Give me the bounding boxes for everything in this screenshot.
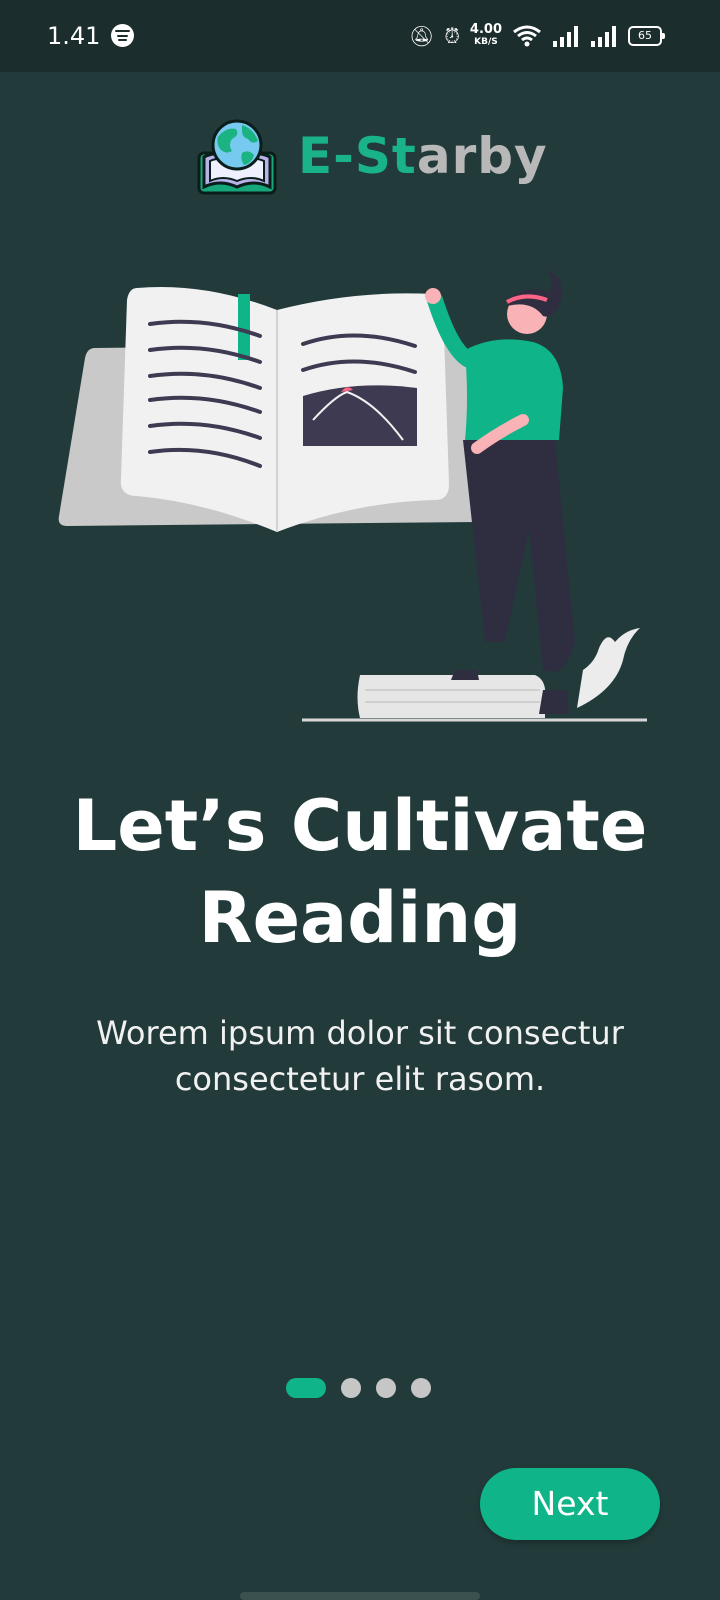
network-speed-unit: KB/S [474,37,498,47]
signal-icon-2 [591,26,616,47]
status-bar: 1.41 🔕︎ ⏰︎ 4.00 KB/S 65 [0,0,720,72]
alarm-icon: ⏰︎ [444,24,460,48]
page-dot-2[interactable] [341,1378,361,1398]
wifi-icon [513,25,541,47]
battery-icon: 65 [628,26,665,46]
signal-icon [553,26,578,47]
onboarding-title: Let’s Cultivate Reading [0,780,720,964]
spotify-icon [111,24,134,47]
brand-name: E-Starby [298,127,548,185]
status-time: 1.41 [47,22,101,50]
app-logo: E-Starby [196,113,548,198]
network-speed: 4.00 KB/S [469,22,502,48]
page-dot-1-active[interactable] [286,1378,326,1398]
onboarding-subtitle: Worem ipsum dolor sit consectur consecte… [96,1014,624,1098]
title-line-2: Reading [198,877,522,959]
page-indicator [286,1377,431,1399]
title-line-1: Let’s Cultivate [72,785,648,867]
brand-name-part2: arby [416,126,548,185]
page-dot-3[interactable] [376,1378,396,1398]
globe-book-icon [197,119,277,194]
brand-name-part1: E-St [298,126,417,185]
notifications-off-icon: 🔕︎ [408,24,435,48]
status-icons: 🔕︎ ⏰︎ 4.00 KB/S 65 [408,22,665,50]
reading-illustration [58,270,647,722]
network-speed-value: 4.00 [469,22,502,37]
next-button[interactable]: Next [480,1468,660,1540]
home-indicator[interactable] [240,1592,480,1600]
page-dot-4[interactable] [411,1378,431,1398]
